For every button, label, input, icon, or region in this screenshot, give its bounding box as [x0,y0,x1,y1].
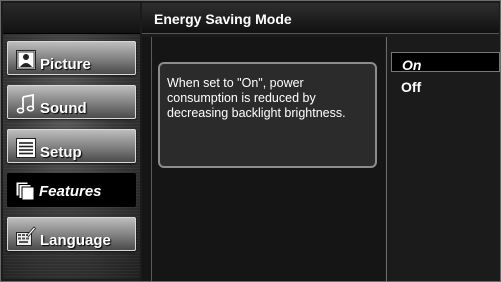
music-note-icon [16,93,36,114]
sidebar-item-setup[interactable]: Setup [7,129,136,163]
option-on[interactable]: On [391,52,500,73]
setup-list-icon [16,138,36,158]
sidebar-item-picture[interactable]: Picture [7,41,136,75]
sidebar-item-label: Sound [40,100,87,117]
sidebar-item-sound[interactable]: Sound [7,85,136,119]
picture-person-icon [16,50,36,70]
sidebar-item-label: Setup [40,144,82,161]
sidebar-header [3,3,140,34]
sidebar-item-language[interactable]: Language [7,217,136,251]
tv-menu-screen: Picture Sound Setup Features Language En… [0,0,501,282]
description-panel: When set to "On", power consumption is r… [142,37,385,281]
sidebar: Picture Sound Setup Features Language [3,3,140,279]
language-keyboard-pen-icon [16,226,37,246]
sidebar-item-label: Features [39,183,102,200]
menu-header: Energy Saving Mode [142,3,499,34]
sidebar-item-label: Picture [40,56,91,73]
sidebar-item-features[interactable]: Features [7,173,136,207]
features-pages-icon [15,181,35,201]
options-divider [386,37,387,281]
options-list: On Off [388,37,500,281]
sidebar-item-label: Language [40,232,111,249]
panel-divider [151,37,152,281]
description-box: When set to "On", power consumption is r… [158,62,377,168]
page-title: Energy Saving Mode [154,11,292,27]
option-off[interactable]: Off [391,75,500,95]
